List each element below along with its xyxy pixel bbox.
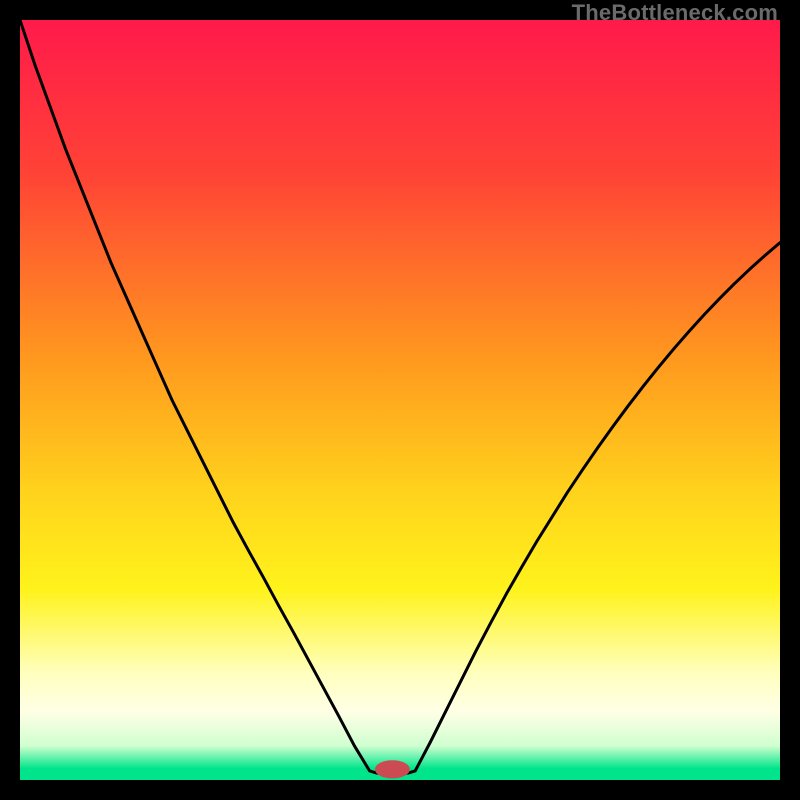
gradient-background (20, 20, 780, 780)
bottleneck-marker (375, 760, 410, 778)
bottleneck-chart (20, 20, 780, 780)
plot-area (20, 20, 780, 780)
outer-frame: TheBottleneck.com (0, 0, 800, 800)
